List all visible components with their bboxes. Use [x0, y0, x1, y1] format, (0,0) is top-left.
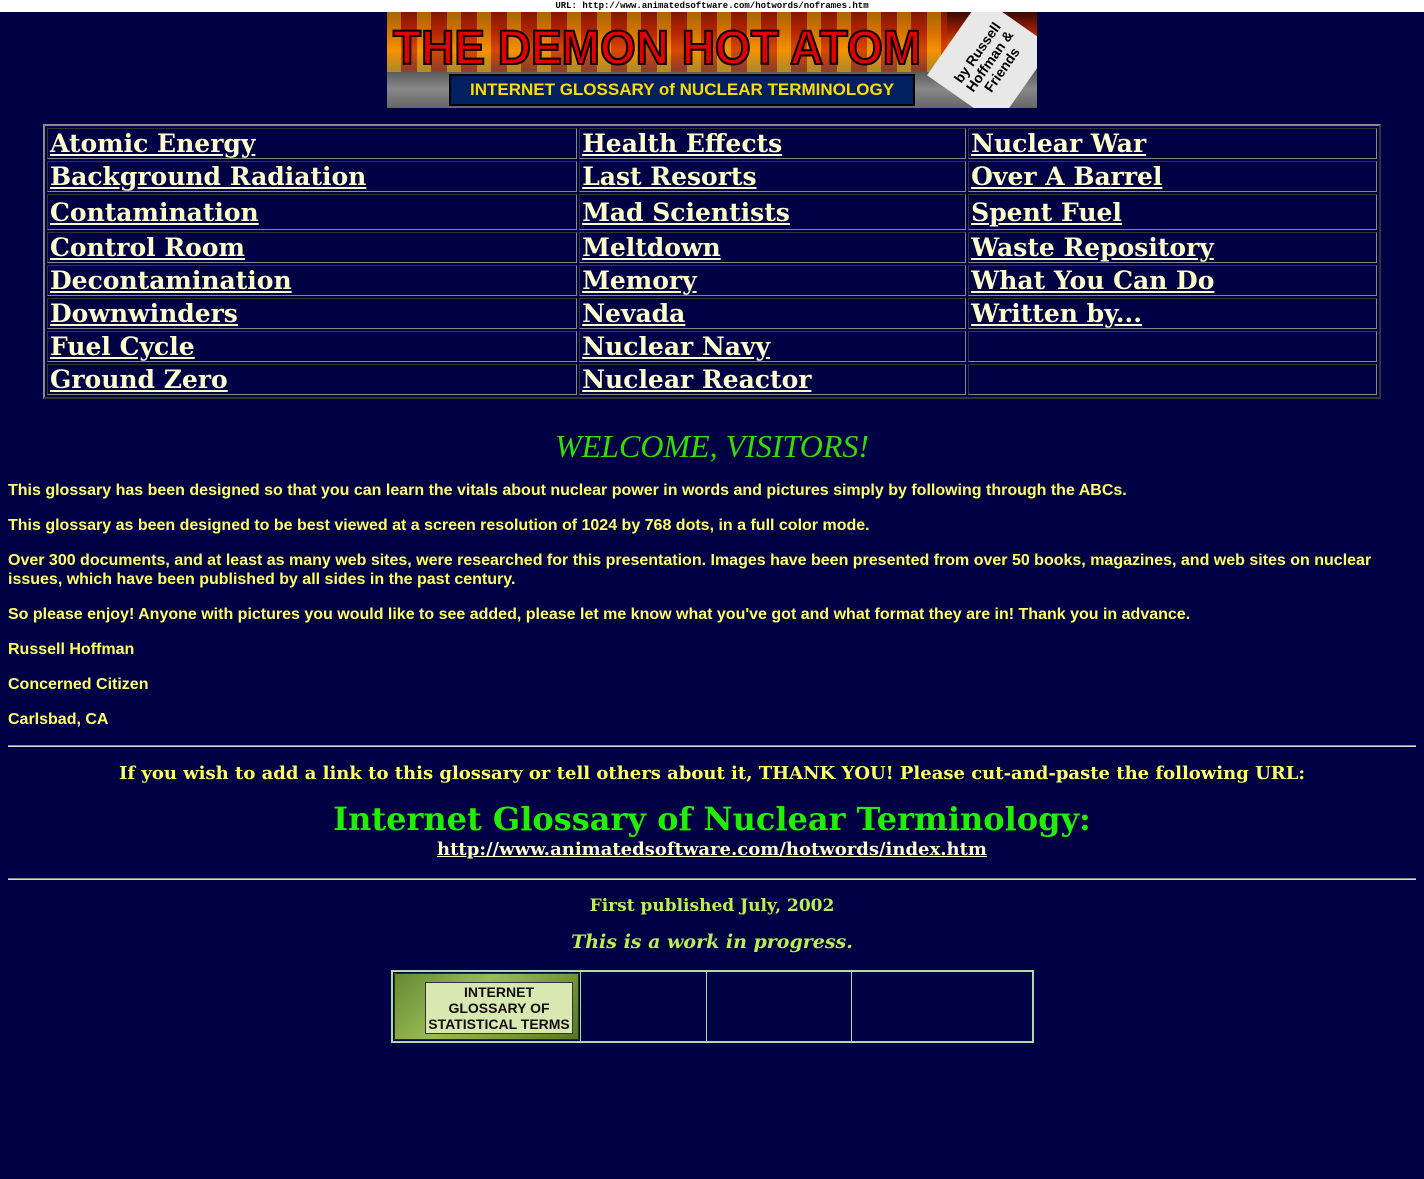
nav-cell-empty: [968, 364, 1377, 395]
nav-cell: Fuel Cycle: [47, 331, 578, 362]
nav-link-health-effects[interactable]: Health Effects: [582, 129, 782, 158]
glossary-nav-table: Atomic Energy Health Effects Nuclear War…: [43, 124, 1381, 399]
nav-link-memory[interactable]: Memory: [582, 266, 696, 295]
nav-link-control-room[interactable]: Control Room: [50, 233, 245, 262]
nav-link-ground-zero[interactable]: Ground Zero: [50, 365, 228, 394]
nav-link-spent-fuel[interactable]: Spent Fuel: [971, 198, 1122, 227]
author-title: Concerned Citizen: [8, 676, 149, 693]
resolution-paragraph: This glossary as been designed to be bes…: [8, 517, 870, 534]
author-location: Carlsbad, CA: [8, 711, 109, 728]
badge-line: GLOSSARY OF: [448, 1000, 550, 1016]
nav-cell: Memory: [579, 265, 967, 296]
nav-link-mad-scientists[interactable]: Mad Scientists: [582, 198, 790, 227]
research-paragraph: Over 300 documents, and at least as many…: [8, 552, 1372, 588]
demon-hot-atom-banner: THE DEMON HOT ATOM INTERNET GLOSSARY of …: [387, 12, 1037, 108]
statistical-glossary-link-image[interactable]: INTERNET GLOSSARY OF STATISTICAL TERMS: [394, 973, 579, 1040]
nav-cell-empty: [968, 331, 1377, 362]
nav-link-over-a-barrel[interactable]: Over A Barrel: [971, 162, 1162, 191]
url-bar: URL: http://www.animatedsoftware.com/hot…: [0, 0, 1424, 12]
nav-link-what-you-can-do[interactable]: What You Can Do: [971, 266, 1214, 295]
nav-cell: Spent Fuel: [968, 194, 1377, 230]
published-date: First published July, 2002: [589, 896, 835, 916]
related-link-cell: INTERNET GLOSSARY OF STATISTICAL TERMS: [391, 970, 581, 1043]
enjoy-paragraph: So please enjoy! Anyone with pictures yo…: [8, 606, 1191, 623]
work-in-progress-note: This is a work in progress.: [571, 931, 853, 953]
nav-cell: Nuclear War: [968, 128, 1377, 159]
related-link-cell-empty: [851, 970, 1034, 1043]
intro-paragraph: This glossary has been designed so that …: [8, 482, 1127, 499]
nav-cell: Mad Scientists: [579, 194, 967, 230]
related-link-cell-empty: [706, 970, 852, 1043]
glossary-url-line: http://www.animatedsoftware.com/hotwords…: [0, 839, 1424, 860]
link-request-text: If you wish to add a link to this glossa…: [118, 763, 1306, 784]
banner-subtitle: INTERNET GLOSSARY of NUCLEAR TERMINOLOGY: [449, 74, 915, 106]
nav-cell: Meltdown: [579, 232, 967, 263]
banner-title: THE DEMON HOT ATOM: [392, 19, 922, 75]
nav-link-nuclear-war[interactable]: Nuclear War: [971, 129, 1146, 158]
nav-link-last-resorts[interactable]: Last Resorts: [582, 162, 756, 191]
nav-link-background-radiation[interactable]: Background Radiation: [50, 162, 366, 191]
nav-cell: Nuclear Reactor: [579, 364, 967, 395]
nav-cell: Decontamination: [47, 265, 578, 296]
nav-link-contamination[interactable]: Contamination: [50, 198, 259, 227]
nav-link-decontamination[interactable]: Decontamination: [50, 266, 292, 295]
divider: [8, 878, 1416, 880]
nav-cell: Waste Repository: [968, 232, 1377, 263]
nav-cell: Atomic Energy: [47, 128, 578, 159]
nav-cell: Over A Barrel: [968, 161, 1377, 192]
related-link-cell-empty: [580, 970, 707, 1043]
nav-link-atomic-energy[interactable]: Atomic Energy: [50, 129, 255, 158]
nav-cell: Ground Zero: [47, 364, 578, 395]
nav-link-nuclear-navy[interactable]: Nuclear Navy: [582, 332, 770, 361]
nav-cell: Contamination: [47, 194, 578, 230]
nav-cell: Nuclear Navy: [579, 331, 967, 362]
nav-cell: Control Room: [47, 232, 578, 263]
nav-link-waste-repository[interactable]: Waste Repository: [971, 233, 1214, 262]
nav-cell: Downwinders: [47, 298, 578, 329]
nav-cell: Written by...: [968, 298, 1377, 329]
author-name: Russell Hoffman: [8, 641, 135, 658]
divider: [8, 745, 1416, 747]
nav-link-downwinders[interactable]: Downwinders: [50, 299, 238, 328]
glossary-title: Internet Glossary of Nuclear Terminology…: [333, 800, 1091, 838]
glossary-url-link[interactable]: http://www.animatedsoftware.com/hotwords…: [437, 839, 987, 860]
nav-cell: Background Radiation: [47, 161, 578, 192]
statistical-glossary-label: INTERNET GLOSSARY OF STATISTICAL TERMS: [425, 982, 573, 1034]
nav-link-fuel-cycle[interactable]: Fuel Cycle: [50, 332, 195, 361]
nav-link-nuclear-reactor[interactable]: Nuclear Reactor: [582, 365, 811, 394]
nav-cell: Nevada: [579, 298, 967, 329]
nav-link-nevada[interactable]: Nevada: [582, 299, 685, 328]
badge-line: STATISTICAL TERMS: [428, 1016, 570, 1032]
related-links-table: INTERNET GLOSSARY OF STATISTICAL TERMS: [391, 970, 1034, 1043]
nav-cell: Health Effects: [579, 128, 967, 159]
nav-cell: Last Resorts: [579, 161, 967, 192]
nav-link-meltdown[interactable]: Meltdown: [582, 233, 720, 262]
welcome-heading: WELCOME, VISITORS!: [554, 428, 870, 464]
badge-line: INTERNET: [464, 984, 534, 1000]
nav-cell: What You Can Do: [968, 265, 1377, 296]
nav-link-written-by[interactable]: Written by...: [971, 299, 1142, 328]
